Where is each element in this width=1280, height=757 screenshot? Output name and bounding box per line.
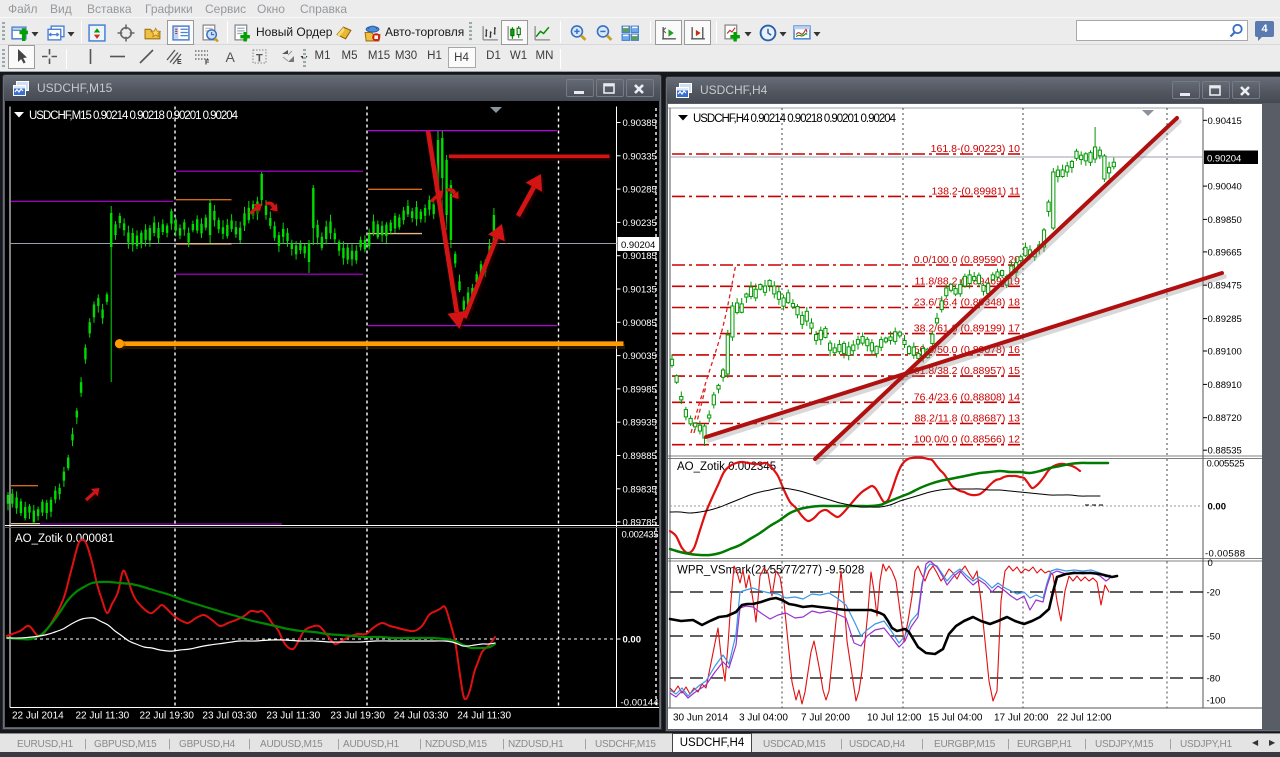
svg-text:0.90415: 0.90415 xyxy=(1208,116,1242,127)
svg-text:-80: -80 xyxy=(1207,674,1221,685)
svg-text:T: T xyxy=(256,53,263,65)
svg-text:0.88720: 0.88720 xyxy=(1208,413,1242,424)
svg-text:0.90035: 0.90035 xyxy=(623,351,657,362)
svg-text:0.90385: 0.90385 xyxy=(623,118,657,129)
svg-text:0.0/100.0 (0.89590) 20: 0.0/100.0 (0.89590) 20 xyxy=(914,254,1020,266)
svg-text:0.90185: 0.90185 xyxy=(623,251,657,262)
svg-text:0.90085: 0.90085 xyxy=(623,318,657,329)
svg-text:10 Jul 12:00: 10 Jul 12:00 xyxy=(867,713,922,724)
svg-text:100.0/0.0 (0.88566) 12: 100.0/0.0 (0.88566) 12 xyxy=(914,434,1020,446)
svg-text:22 Jul 11:30: 22 Jul 11:30 xyxy=(76,711,130,722)
svg-text:0.00: 0.00 xyxy=(1208,502,1227,513)
svg-text:88.2/11.8 (0.88687) 13: 88.2/11.8 (0.88687) 13 xyxy=(915,413,1021,425)
svg-text:0.90204: 0.90204 xyxy=(621,240,655,251)
svg-text:0.005525: 0.005525 xyxy=(1207,459,1245,470)
svg-text:-20: -20 xyxy=(1207,588,1221,599)
svg-text:USDCHF,H4 0.90214 0.90218 0.9: USDCHF,H4 0.90214 0.90218 0.90201 0.9020… xyxy=(693,113,897,125)
svg-text:A: A xyxy=(226,49,236,65)
svg-text:0.90235: 0.90235 xyxy=(623,218,657,229)
svg-text:24 Jul 11:30: 24 Jul 11:30 xyxy=(457,711,511,722)
svg-text:7 Jul 20:00: 7 Jul 20:00 xyxy=(801,713,850,724)
svg-text:0.89985: 0.89985 xyxy=(623,384,657,395)
svg-text:0.90040: 0.90040 xyxy=(1208,182,1242,193)
svg-text:22 Jul 12:00: 22 Jul 12:00 xyxy=(1057,713,1112,724)
svg-text:0.89885: 0.89885 xyxy=(623,451,657,462)
svg-text:0.89835: 0.89835 xyxy=(623,484,657,495)
svg-text:23 Jul 11:30: 23 Jul 11:30 xyxy=(266,711,320,722)
svg-text:23 Jul 19:30: 23 Jul 19:30 xyxy=(330,711,385,722)
svg-text:0.00: 0.00 xyxy=(623,635,642,646)
svg-text:0.89850: 0.89850 xyxy=(1208,215,1242,226)
svg-text:23 Jul 03:30: 23 Jul 03:30 xyxy=(202,711,257,722)
svg-text:-100: -100 xyxy=(1207,696,1226,707)
svg-text:24 Jul 03:30: 24 Jul 03:30 xyxy=(394,711,449,722)
svg-text:0.89100: 0.89100 xyxy=(1208,347,1242,358)
svg-text:3 Jul 04:00: 3 Jul 04:00 xyxy=(739,713,788,724)
svg-text:0.90285: 0.90285 xyxy=(623,185,657,196)
svg-text:22 Jul 19:30: 22 Jul 19:30 xyxy=(140,711,195,722)
svg-text:0.90135: 0.90135 xyxy=(623,285,657,296)
svg-text:23.6/76.4 (0.89348) 18: 23.6/76.4 (0.89348) 18 xyxy=(914,297,1020,309)
svg-text:0.90335: 0.90335 xyxy=(623,151,657,162)
svg-text:0.89785: 0.89785 xyxy=(623,517,657,528)
svg-text:WPR_VSmark(21⁄55⁄77⁄277) -9.50: WPR_VSmark(21⁄55⁄77⁄277) -9.5028 xyxy=(677,565,864,577)
svg-text:0.89665: 0.89665 xyxy=(1208,247,1242,258)
svg-text:0.002435: 0.002435 xyxy=(622,530,659,541)
svg-text:0.90204: 0.90204 xyxy=(1207,153,1241,164)
svg-text:-50: -50 xyxy=(1207,632,1221,643)
svg-text:0.89935: 0.89935 xyxy=(623,418,657,429)
svg-text:USDCHF,M15 0.90214 0.90218 0.: USDCHF,M15 0.90214 0.90218 0.90201 0.902… xyxy=(29,110,239,122)
svg-text:-0.00144: -0.00144 xyxy=(621,698,659,709)
svg-text:0.89285: 0.89285 xyxy=(1208,314,1242,325)
svg-text:0: 0 xyxy=(1208,558,1213,569)
svg-text:22 Jul 2014: 22 Jul 2014 xyxy=(12,711,64,722)
svg-text:76.4/23.6 (0.88808) 14: 76.4/23.6 (0.88808) 14 xyxy=(914,391,1020,403)
svg-text:17 Jul 20:00: 17 Jul 20:00 xyxy=(994,713,1049,724)
svg-text:E: E xyxy=(177,59,182,66)
svg-text:F: F xyxy=(205,60,210,67)
svg-text:0.88535: 0.88535 xyxy=(1208,446,1242,457)
svg-text:30 Jun 2014: 30 Jun 2014 xyxy=(673,713,728,724)
svg-text:161.8-(0.90223) 10: 161.8-(0.90223) 10 xyxy=(931,143,1020,155)
svg-text:AO_Zotik 0.000081: AO_Zotik 0.000081 xyxy=(15,533,114,545)
svg-text:15 Jul 04:00: 15 Jul 04:00 xyxy=(928,713,983,724)
svg-text:138.2-(0.89981) 11: 138.2-(0.89981) 11 xyxy=(931,185,1020,197)
svg-text:0.88910: 0.88910 xyxy=(1208,380,1242,391)
